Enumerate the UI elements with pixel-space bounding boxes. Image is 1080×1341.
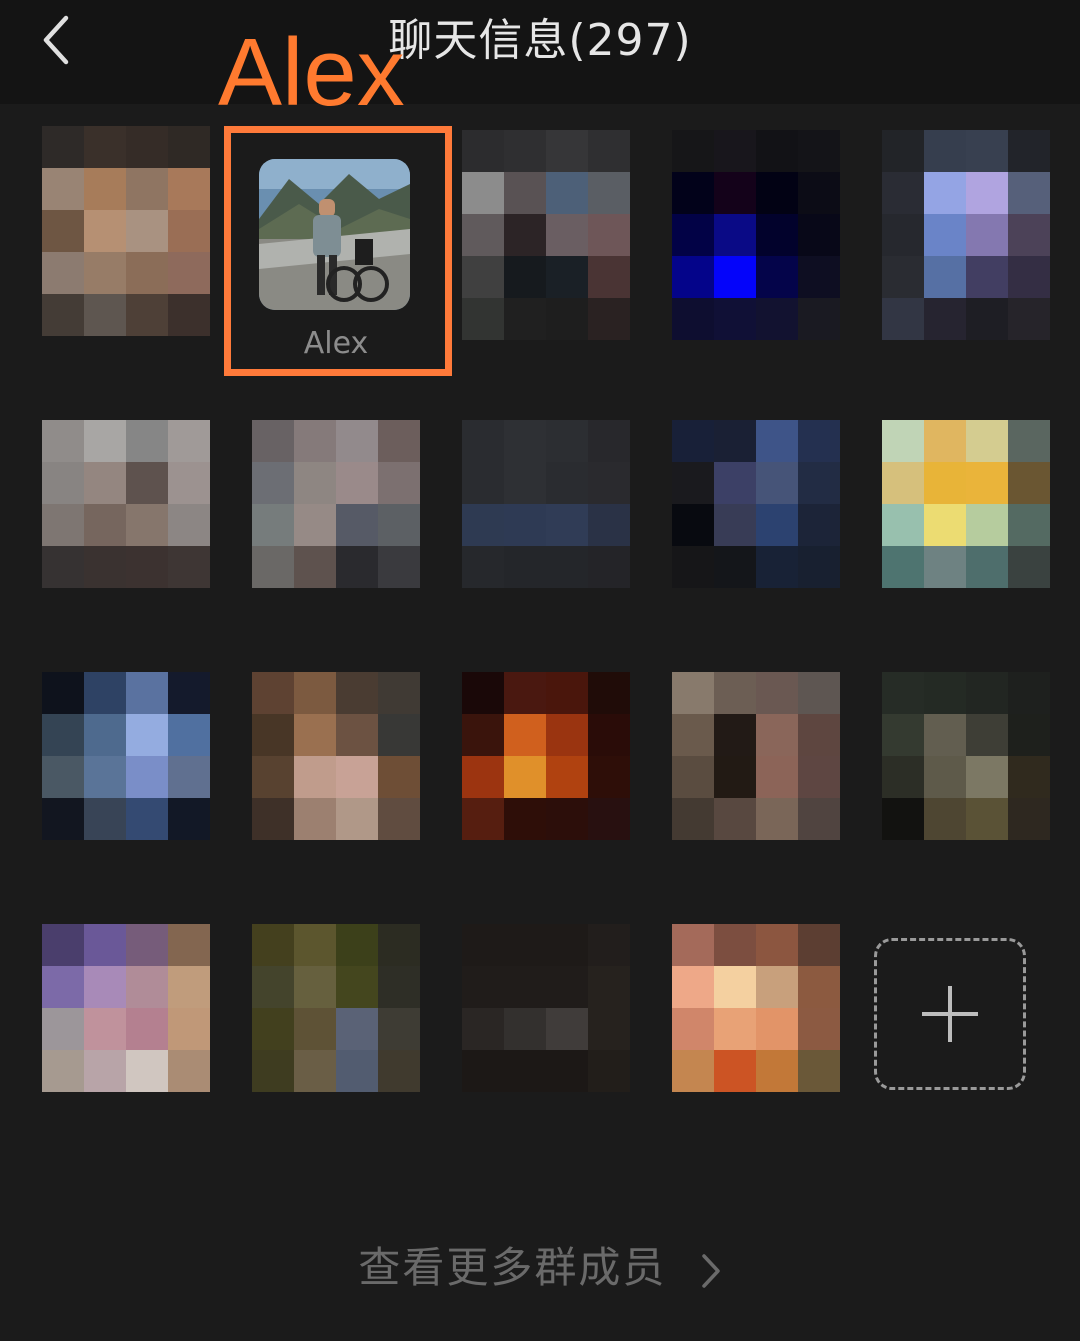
- view-more-members-link[interactable]: 查看更多群成员: [0, 1240, 1080, 1296]
- blurred-avatar: [462, 130, 630, 298]
- member-name: Alex: [303, 326, 369, 361]
- member-avatar[interactable]: [840, 126, 1050, 340]
- blurred-avatar: [882, 420, 1050, 588]
- member-avatar[interactable]: [210, 672, 420, 882]
- blurred-avatar: [42, 126, 210, 294]
- member-avatar[interactable]: [0, 672, 210, 882]
- member-avatar[interactable]: [0, 126, 210, 336]
- member-avatar[interactable]: [630, 126, 840, 340]
- annotation-label: Alex: [218, 19, 405, 126]
- member-avatar[interactable]: [420, 126, 630, 340]
- member-avatar[interactable]: [630, 420, 840, 630]
- blurred-avatar: [42, 924, 210, 1092]
- member-avatar[interactable]: [840, 672, 1050, 882]
- blurred-avatar: [462, 420, 630, 588]
- member-avatar[interactable]: [420, 420, 630, 630]
- add-member-button[interactable]: [874, 938, 1026, 1090]
- chevron-right-icon: [701, 1253, 720, 1288]
- blurred-avatar: [42, 672, 210, 840]
- member-avatar[interactable]: [210, 924, 420, 1134]
- blurred-avatar: [672, 924, 840, 1092]
- blurred-avatar: [462, 672, 630, 840]
- plus-icon: [922, 986, 978, 1042]
- member-avatar[interactable]: [630, 672, 840, 882]
- member-avatar[interactable]: [420, 672, 630, 882]
- member-avatar[interactable]: [210, 420, 420, 630]
- member-avatar[interactable]: [630, 924, 840, 1134]
- member-avatar[interactable]: [0, 924, 210, 1134]
- blurred-avatar: [882, 672, 1050, 840]
- blurred-avatar: [252, 420, 420, 588]
- blurred-avatar: [252, 924, 420, 1092]
- blurred-avatar: [672, 420, 840, 588]
- blurred-avatar: [42, 420, 210, 588]
- member-avatar[interactable]: [840, 420, 1050, 630]
- avatar-photo: [259, 159, 410, 310]
- blurred-avatar: [252, 672, 420, 840]
- blurred-avatar: [672, 672, 840, 840]
- blurred-avatar: [672, 130, 840, 298]
- blurred-avatar: [462, 924, 630, 1092]
- page-title: 聊天信息(297): [388, 15, 692, 66]
- member-alex-avatar[interactable]: [259, 159, 410, 310]
- member-avatar[interactable]: [420, 924, 630, 1134]
- member-avatar[interactable]: [0, 420, 210, 630]
- view-more-label: 查看更多群成员: [358, 1243, 667, 1292]
- blurred-avatar: [882, 130, 1050, 298]
